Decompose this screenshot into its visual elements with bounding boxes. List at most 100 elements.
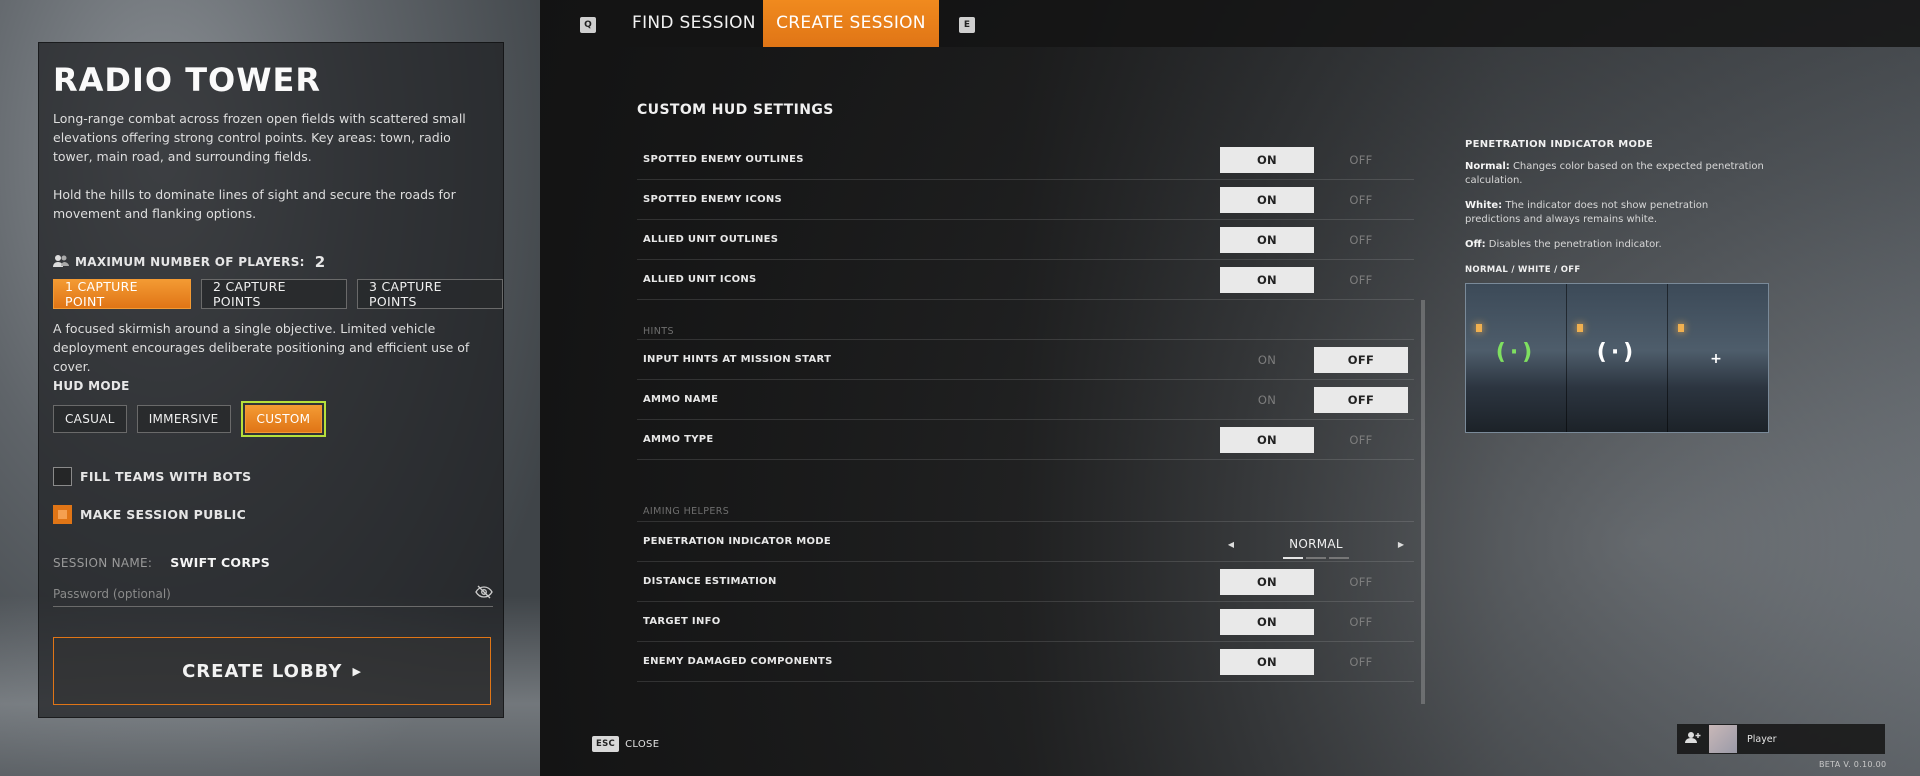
setting-name: INPUT HINTS AT MISSION START xyxy=(643,354,832,365)
toggle-on[interactable]: ON xyxy=(1220,227,1314,253)
toggle-off[interactable]: OFF xyxy=(1314,147,1408,173)
add-friend-icon[interactable] xyxy=(1677,731,1709,748)
penetration-row[interactable]: PENETRATION INDICATOR MODE ◀ NORMAL ▶ xyxy=(637,522,1414,562)
tab-find-session[interactable]: FIND SESSION xyxy=(632,0,756,47)
toggle-on[interactable]: ON xyxy=(1220,267,1314,293)
toggle-on[interactable]: ON xyxy=(1220,187,1314,213)
toggle-on[interactable]: ON xyxy=(1220,147,1314,173)
eye-slash-icon[interactable] xyxy=(475,584,493,603)
toggle-on[interactable]: ON xyxy=(1220,347,1314,373)
on-off-toggle[interactable]: ON OFF xyxy=(1220,649,1408,675)
toggle-on[interactable]: ON xyxy=(1220,387,1314,413)
public-session-row[interactable]: MAKE SESSION PUBLIC xyxy=(53,505,246,524)
toggle-on[interactable]: ON xyxy=(1220,649,1314,675)
on-off-toggle[interactable]: ON OFF xyxy=(1220,267,1408,293)
setting-row[interactable]: ENEMY DAMAGED COMPONENTS ON OFF xyxy=(637,642,1414,682)
on-off-toggle[interactable]: ON OFF xyxy=(1220,427,1408,453)
info-off-label: Off: xyxy=(1465,239,1486,250)
setting-row[interactable]: ALLIED UNIT OUTLINES ON OFF xyxy=(637,220,1414,260)
toggle-off[interactable]: OFF xyxy=(1314,187,1408,213)
e-key-hint: E xyxy=(959,17,975,33)
penetration-selector[interactable]: ◀ NORMAL ▶ xyxy=(1224,532,1408,559)
capture-2-button[interactable]: 2 CAPTURE POINTS xyxy=(200,279,347,309)
toggle-on[interactable]: ON xyxy=(1220,609,1314,635)
hud-casual-button[interactable]: CASUAL xyxy=(53,405,127,433)
toggle-off[interactable]: OFF xyxy=(1314,569,1408,595)
fill-bots-row[interactable]: FILL TEAMS WITH BOTS xyxy=(53,467,251,486)
setting-row[interactable]: INPUT HINTS AT MISSION START ON OFF xyxy=(637,340,1414,380)
lamp-light xyxy=(1476,324,1482,332)
capture-1-button[interactable]: 1 CAPTURE POINT xyxy=(53,279,191,309)
toggle-off[interactable]: OFF xyxy=(1314,227,1408,253)
session-name-row: SESSION NAME: SWIFT CORPS xyxy=(53,555,270,570)
hud-mode-label: HUD MODE xyxy=(53,379,130,393)
setting-name: ENEMY DAMAGED COMPONENTS xyxy=(643,656,833,667)
toggle-off[interactable]: OFF xyxy=(1314,267,1408,293)
toggle-off[interactable]: OFF xyxy=(1314,649,1408,675)
option-dot xyxy=(1283,557,1303,559)
setting-name: AMMO NAME xyxy=(643,394,719,405)
toggle-on[interactable]: ON xyxy=(1220,427,1314,453)
player-name: Player xyxy=(1747,733,1777,745)
create-lobby-label: CREATE LOBBY xyxy=(182,660,343,682)
setting-row[interactable]: TARGET INFO ON OFF xyxy=(637,602,1414,642)
info-normal: Normal: Changes color based on the expec… xyxy=(1465,160,1765,188)
on-off-toggle[interactable]: ON OFF xyxy=(1220,347,1408,373)
setting-row[interactable]: SPOTTED ENEMY OUTLINES ON OFF xyxy=(637,140,1414,180)
setting-row[interactable]: AMMO NAME ON OFF xyxy=(637,380,1414,420)
player-chip[interactable]: Player xyxy=(1677,724,1885,754)
on-off-toggle[interactable]: ON OFF xyxy=(1220,387,1408,413)
toggle-off[interactable]: OFF xyxy=(1314,427,1408,453)
toggle-on[interactable]: ON xyxy=(1220,569,1314,595)
capture-3-button[interactable]: 3 CAPTURE POINTS xyxy=(356,279,503,309)
session-name-label: SESSION NAME: xyxy=(53,555,153,570)
session-name-value[interactable]: SWIFT CORPS xyxy=(170,555,270,570)
info-normal-label: Normal: xyxy=(1465,161,1510,172)
setting-row[interactable]: DISTANCE ESTIMATION ON OFF xyxy=(637,562,1414,602)
setting-name: PENETRATION INDICATOR MODE xyxy=(643,536,832,547)
reticle-icon: (·) xyxy=(1495,340,1537,365)
users-icon xyxy=(53,254,69,271)
setting-name: SPOTTED ENEMY ICONS xyxy=(643,194,783,205)
close-label: CLOSE xyxy=(625,738,660,750)
session-setup-panel: RADIO TOWER Long-range combat across fro… xyxy=(38,42,504,718)
settings-scrollbar[interactable] xyxy=(1421,300,1425,704)
toggle-off[interactable]: OFF xyxy=(1314,387,1408,413)
capture-points-selector: 1 CAPTURE POINT 2 CAPTURE POINTS 3 CAPTU… xyxy=(53,279,503,309)
password-input[interactable] xyxy=(53,586,453,601)
setting-row[interactable]: SPOTTED ENEMY ICONS ON OFF xyxy=(637,180,1414,220)
fill-bots-checkbox[interactable] xyxy=(53,467,72,486)
toggle-off[interactable]: OFF xyxy=(1314,347,1408,373)
fill-bots-label: FILL TEAMS WITH BOTS xyxy=(80,469,252,484)
preview-white: (·) xyxy=(1567,284,1668,432)
on-off-toggle[interactable]: ON OFF xyxy=(1220,187,1408,213)
setting-name: DISTANCE ESTIMATION xyxy=(643,576,777,587)
lamp-light xyxy=(1678,324,1684,332)
max-players-value: 2 xyxy=(314,253,326,271)
setting-name: SPOTTED ENEMY OUTLINES xyxy=(643,154,804,165)
on-off-toggle[interactable]: ON OFF xyxy=(1220,147,1408,173)
preview-off: + xyxy=(1668,284,1768,432)
info-off-text: Disables the penetration indicator. xyxy=(1485,239,1662,250)
hud-immersive-button[interactable]: IMMERSIVE xyxy=(136,405,231,433)
arrow-right-icon[interactable]: ▶ xyxy=(1394,540,1408,549)
preview-label: NORMAL / WHITE / OFF xyxy=(1465,265,1581,275)
option-dot xyxy=(1306,557,1326,559)
info-normal-text: Changes color based on the expected pene… xyxy=(1465,161,1764,186)
public-session-checkbox[interactable] xyxy=(53,505,72,524)
on-off-toggle[interactable]: ON OFF xyxy=(1220,609,1408,635)
on-off-toggle[interactable]: ON OFF xyxy=(1220,227,1408,253)
arrow-left-icon[interactable]: ◀ xyxy=(1224,540,1238,549)
setting-row[interactable]: AMMO TYPE ON OFF xyxy=(637,420,1414,460)
tab-create-session[interactable]: CREATE SESSION xyxy=(763,0,939,47)
create-lobby-button[interactable]: CREATE LOBBY ▶ xyxy=(53,637,491,705)
setting-row[interactable]: ALLIED UNIT ICONS ON OFF xyxy=(637,260,1414,300)
option-dots xyxy=(1283,557,1349,559)
hud-custom-button[interactable]: CUSTOM xyxy=(244,405,323,433)
lamp-light xyxy=(1577,324,1583,332)
toggle-off[interactable]: OFF xyxy=(1314,609,1408,635)
chevron-right-icon: ▶ xyxy=(352,664,362,678)
q-key-hint: Q xyxy=(580,17,596,33)
on-off-toggle[interactable]: ON OFF xyxy=(1220,569,1408,595)
close-hint[interactable]: ESC CLOSE xyxy=(592,736,659,752)
